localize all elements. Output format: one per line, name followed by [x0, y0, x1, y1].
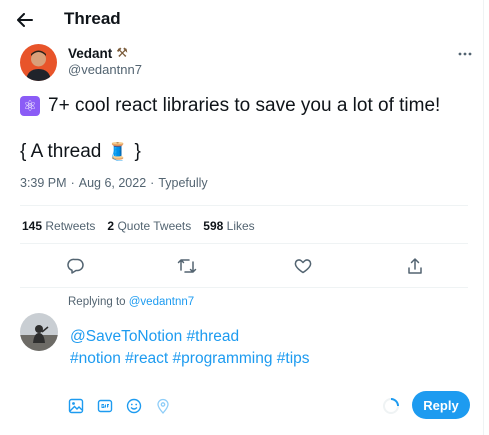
- thread-panel: Thread Vedant ⚒ @vedantnn7 ⚛ 7+ cool rea…: [0, 0, 484, 435]
- like-icon[interactable]: [292, 255, 314, 277]
- tweet-source[interactable]: Typefully: [158, 176, 207, 190]
- atom-icon: ⚛: [20, 96, 40, 116]
- author-handle[interactable]: @vedantnn7: [68, 62, 142, 77]
- divider: [20, 205, 468, 206]
- avatar[interactable]: [20, 44, 57, 81]
- tweet-date[interactable]: Aug 6, 2022: [79, 176, 146, 190]
- back-arrow-icon[interactable]: [13, 8, 37, 32]
- tweet-stats: 145 Retweets 2 Quote Tweets 598 Likes: [22, 219, 255, 233]
- compose-toolbar: [66, 395, 173, 417]
- stat-quote-tweets[interactable]: 2 Quote Tweets: [107, 219, 191, 233]
- tweet-meta: 3:39 PM · Aug 6, 2022 · Typefully: [20, 176, 208, 190]
- divider: [20, 243, 468, 244]
- author-name[interactable]: Vedant ⚒: [68, 45, 128, 61]
- divider: [20, 287, 468, 288]
- reply-icon[interactable]: [65, 255, 87, 277]
- stat-likes[interactable]: 598 Likes: [203, 219, 254, 233]
- stat-retweets[interactable]: 145 Retweets: [22, 219, 95, 233]
- tweet-text-line2: { A thread 🧵 }: [20, 141, 141, 162]
- share-icon[interactable]: [404, 255, 426, 277]
- character-count-progress: [382, 397, 400, 415]
- user-avatar[interactable]: [20, 313, 58, 351]
- image-icon[interactable]: [66, 395, 86, 417]
- tweet-text-line1: ⚛ 7+ cool react libraries to save you a …: [20, 95, 440, 117]
- tweet-time[interactable]: 3:39 PM: [20, 176, 67, 190]
- location-icon[interactable]: [153, 395, 173, 417]
- page-title: Thread: [64, 9, 121, 28]
- tweet-actions: [0, 255, 484, 277]
- reply-button[interactable]: Reply: [412, 391, 470, 419]
- more-icon[interactable]: [453, 44, 477, 64]
- gif-icon[interactable]: [95, 395, 115, 417]
- replying-to-handle[interactable]: @vedantnn7: [129, 296, 194, 308]
- thread-spool-icon: 🧵: [107, 142, 129, 161]
- reply-input[interactable]: @SaveToNotion #thread #notion #react #pr…: [70, 326, 310, 370]
- emoji-icon[interactable]: [124, 395, 144, 417]
- replying-to: Replying to @vedantnn7: [68, 296, 195, 308]
- retweet-icon[interactable]: [176, 255, 198, 277]
- header: Thread: [0, 0, 484, 40]
- hammer-pick-icon: ⚒: [116, 45, 128, 60]
